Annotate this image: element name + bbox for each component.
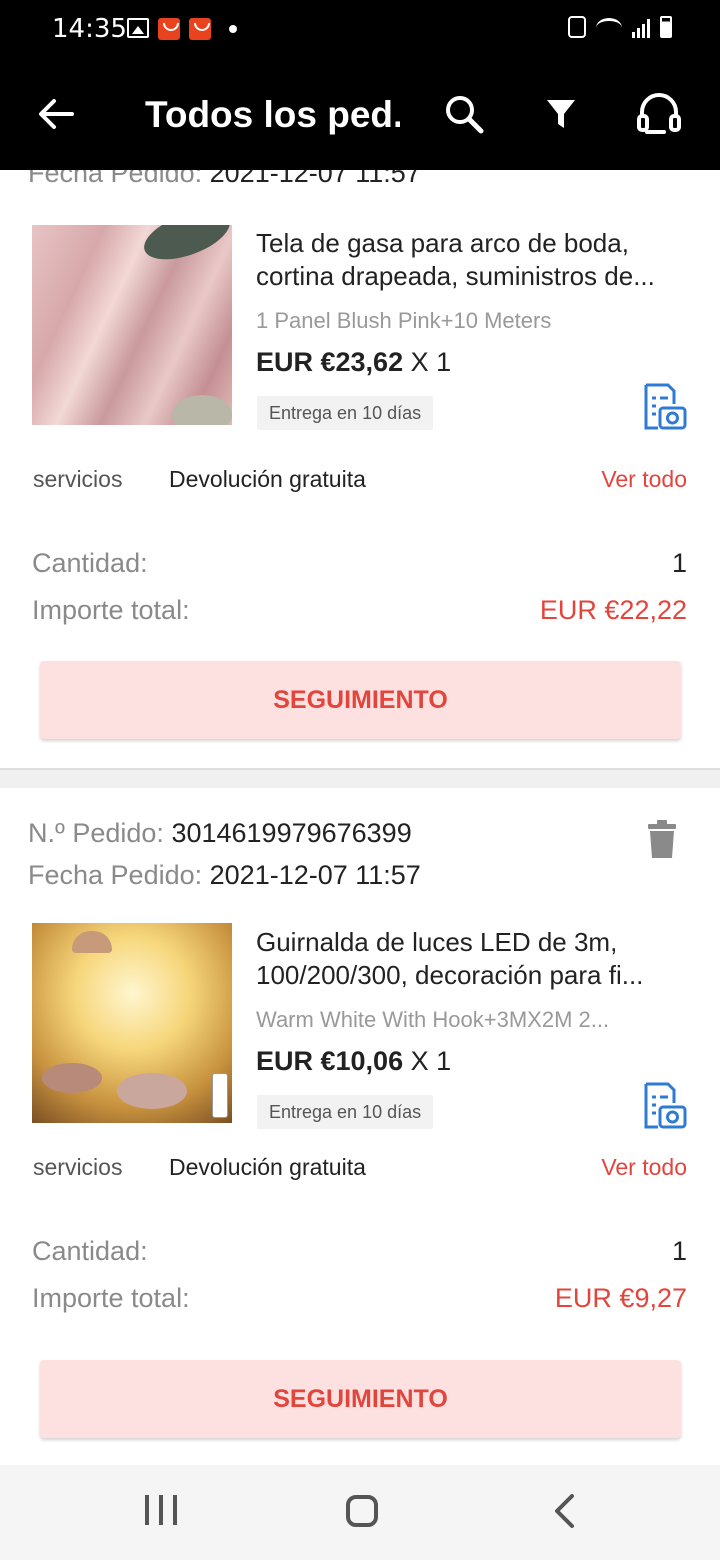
gallery-notification-icon — [127, 18, 149, 38]
services-row: servicios Devolución gratuita Ver todo — [0, 1154, 720, 1194]
battery-icon — [660, 16, 672, 38]
product-image[interactable] — [32, 225, 232, 425]
delivery-badge: Entrega en 10 días — [257, 1095, 434, 1129]
product-qty: X 1 — [410, 1046, 452, 1076]
back-nav-icon[interactable] — [552, 1493, 576, 1529]
order-date-label: Fecha Pedido: — [28, 170, 203, 188]
view-all-link[interactable]: Ver todo — [601, 466, 687, 493]
quantity-label: Cantidad: — [32, 548, 148, 578]
camera-document-icon[interactable] — [640, 1081, 688, 1131]
page-title: Todos los ped... — [145, 94, 400, 135]
order-date-label: Fecha Pedido: — [28, 860, 203, 890]
quantity-value: 1 — [671, 548, 687, 578]
product-variant: 1 Panel Blush Pink+10 Meters — [256, 308, 552, 333]
recents-icon[interactable] — [145, 1495, 177, 1527]
total-label: Importe total: — [32, 595, 190, 625]
order-card: Fecha Pedido: 2021-12-07 11:57 Tela de g… — [0, 170, 720, 768]
product-price: EUR €10,06 — [256, 1046, 404, 1076]
search-icon[interactable] — [440, 90, 490, 140]
order-number-value: 3014619979676399 — [171, 818, 412, 848]
total-label: Importe total: — [32, 1283, 190, 1313]
arrow-left-icon[interactable] — [36, 94, 76, 134]
view-all-link[interactable]: Ver todo — [601, 1154, 687, 1181]
alarm-icon — [568, 16, 586, 38]
product-variant: Warm White With Hook+3MX2M 2... — [256, 1007, 610, 1032]
more-notifications-dot-icon — [229, 25, 237, 33]
trash-icon[interactable] — [646, 820, 678, 858]
wifi-icon — [596, 18, 622, 38]
headset-icon[interactable] — [634, 90, 684, 140]
order-date-line: Fecha Pedido: 2021-12-07 11:57 — [28, 860, 421, 891]
product-price-line: EUR €23,62 X 1 — [256, 347, 451, 378]
status-bar: 14:35 — [0, 0, 720, 60]
quantity-label: Cantidad: — [32, 1236, 148, 1266]
services-label: servicios — [33, 466, 123, 492]
order-date-line: Fecha Pedido: 2021-12-07 11:57 — [28, 170, 421, 189]
filter-icon[interactable] — [537, 90, 587, 140]
total-value: EUR €22,22 — [539, 595, 687, 625]
home-icon[interactable] — [346, 1495, 378, 1527]
signal-icon — [632, 18, 650, 38]
system-nav-bar — [0, 1465, 720, 1560]
order-number-label: N.º Pedido: — [28, 818, 164, 848]
camera-document-icon[interactable] — [640, 382, 688, 432]
product-title[interactable]: Guirnalda de luces LED de 3m, 100/200/30… — [256, 926, 696, 992]
product-qty: X 1 — [410, 347, 452, 377]
services-label: servicios — [33, 1154, 123, 1180]
order-card: N.º Pedido: 3014619979676399 Fecha Pedid… — [0, 788, 720, 1465]
services-value: Devolución gratuita — [169, 1154, 366, 1180]
product-price-line: EUR €10,06 X 1 — [256, 1046, 451, 1077]
order-date-value: 2021-12-07 11:57 — [209, 170, 421, 188]
status-icons — [568, 16, 672, 38]
product-price: EUR €23,62 — [256, 347, 404, 377]
services-row: servicios Devolución gratuita Ver todo — [0, 466, 720, 506]
quantity-value: 1 — [671, 1236, 687, 1266]
product-image[interactable] — [32, 923, 232, 1123]
order-date-value: 2021-12-07 11:57 — [209, 860, 421, 890]
track-order-button[interactable]: SEGUIMIENTO — [40, 1360, 681, 1438]
status-time: 14:35 — [52, 14, 127, 44]
card-separator — [0, 768, 720, 788]
aliexpress-notification-icon — [158, 18, 180, 40]
app-bar: Todos los ped... — [0, 60, 720, 170]
delivery-badge: Entrega en 10 días — [257, 396, 434, 430]
track-order-button[interactable]: SEGUIMIENTO — [40, 661, 681, 739]
total-value: EUR €9,27 — [554, 1283, 687, 1313]
product-title[interactable]: Tela de gasa para arco de boda, cortina … — [256, 227, 696, 293]
aliexpress-notification-icon — [189, 18, 211, 40]
order-number-line: N.º Pedido: 3014619979676399 — [28, 818, 412, 849]
orders-list[interactable]: Fecha Pedido: 2021-12-07 11:57 Tela de g… — [0, 170, 720, 1465]
services-value: Devolución gratuita — [169, 466, 366, 492]
